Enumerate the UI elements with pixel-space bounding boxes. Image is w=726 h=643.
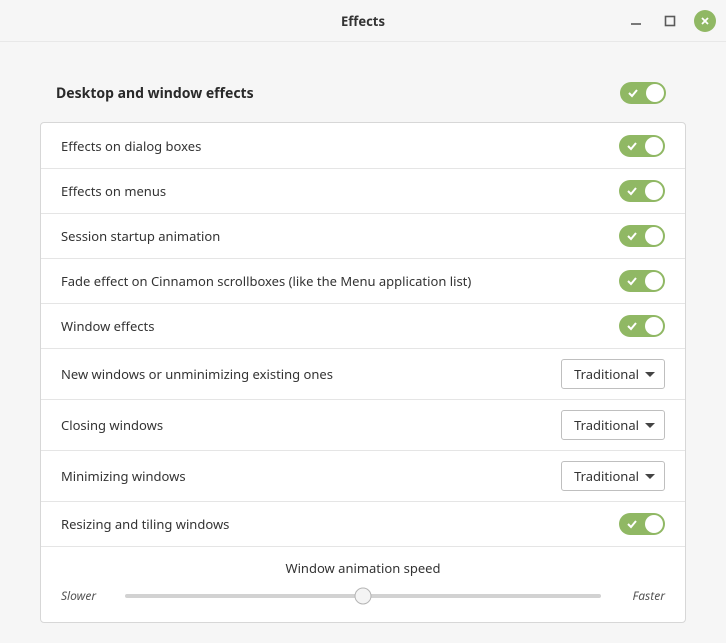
label-window-effects: Window effects xyxy=(61,317,154,335)
check-icon xyxy=(628,88,638,98)
row-startup-animation: Session startup animation xyxy=(41,213,685,258)
label-new-windows: New windows or unminimizing existing one… xyxy=(61,365,333,383)
slider-thumb[interactable] xyxy=(355,587,372,604)
toggle-thumb xyxy=(645,272,663,290)
section-header: Desktop and window effects xyxy=(40,70,686,122)
main-content: Desktop and window effects Effects on di… xyxy=(0,42,726,643)
check-icon xyxy=(627,519,637,529)
fade-effect-toggle[interactable] xyxy=(619,270,665,292)
titlebar-buttons xyxy=(626,0,716,41)
check-icon xyxy=(627,321,637,331)
maximize-icon xyxy=(664,15,676,27)
label-animation-speed: Window animation speed xyxy=(61,559,665,577)
desktop-effects-toggle[interactable] xyxy=(620,82,666,104)
row-menu-effects: Effects on menus xyxy=(41,168,685,213)
label-fade-effect: Fade effect on Cinnamon scrollboxes (lik… xyxy=(61,272,471,290)
startup-animation-toggle[interactable] xyxy=(619,225,665,247)
toggle-thumb xyxy=(645,137,663,155)
label-resizing-windows: Resizing and tiling windows xyxy=(61,515,229,533)
slider-label-faster: Faster xyxy=(615,587,665,604)
label-minimizing-windows: Minimizing windows xyxy=(61,467,186,485)
toggle-thumb xyxy=(645,182,663,200)
minimize-icon xyxy=(630,15,642,27)
row-new-windows: New windows or unminimizing existing one… xyxy=(41,348,685,399)
slider-wrap: Slower Faster xyxy=(61,587,665,604)
row-resizing-windows: Resizing and tiling windows xyxy=(41,501,685,546)
dialog-effects-toggle[interactable] xyxy=(619,135,665,157)
close-button[interactable] xyxy=(694,10,716,32)
window-effects-toggle[interactable] xyxy=(619,315,665,337)
minimizing-windows-value: Traditional xyxy=(574,467,639,485)
toggle-thumb xyxy=(645,227,663,245)
row-fade-effect: Fade effect on Cinnamon scrollboxes (lik… xyxy=(41,258,685,303)
toggle-thumb xyxy=(645,317,663,335)
slider-label-slower: Slower xyxy=(61,587,111,604)
toggle-thumb xyxy=(646,84,664,102)
row-window-effects: Window effects xyxy=(41,303,685,348)
chevron-down-icon xyxy=(645,423,655,428)
minimize-button[interactable] xyxy=(626,11,646,31)
closing-windows-value: Traditional xyxy=(574,416,639,434)
label-menu-effects: Effects on menus xyxy=(61,182,166,200)
new-windows-value: Traditional xyxy=(574,365,639,383)
check-icon xyxy=(627,186,637,196)
check-icon xyxy=(627,276,637,286)
menu-effects-toggle[interactable] xyxy=(619,180,665,202)
new-windows-dropdown[interactable]: Traditional xyxy=(561,359,665,389)
row-minimizing-windows: Minimizing windows Traditional xyxy=(41,450,685,501)
toggle-thumb xyxy=(645,515,663,533)
animation-speed-slider[interactable] xyxy=(125,594,601,598)
minimizing-windows-dropdown[interactable]: Traditional xyxy=(561,461,665,491)
resizing-windows-toggle[interactable] xyxy=(619,513,665,535)
row-dialog-effects: Effects on dialog boxes xyxy=(41,123,685,168)
row-closing-windows: Closing windows Traditional xyxy=(41,399,685,450)
check-icon xyxy=(627,141,637,151)
chevron-down-icon xyxy=(645,474,655,479)
label-startup-animation: Session startup animation xyxy=(61,227,220,245)
section-title: Desktop and window effects xyxy=(56,84,254,103)
maximize-button[interactable] xyxy=(660,11,680,31)
check-icon xyxy=(627,231,637,241)
label-dialog-effects: Effects on dialog boxes xyxy=(61,137,201,155)
window-title: Effects xyxy=(341,12,385,30)
closing-windows-dropdown[interactable]: Traditional xyxy=(561,410,665,440)
settings-panel: Effects on dialog boxes Effects on menus… xyxy=(40,122,686,623)
close-icon xyxy=(699,15,711,27)
titlebar: Effects xyxy=(0,0,726,42)
label-closing-windows: Closing windows xyxy=(61,416,163,434)
chevron-down-icon xyxy=(645,372,655,377)
